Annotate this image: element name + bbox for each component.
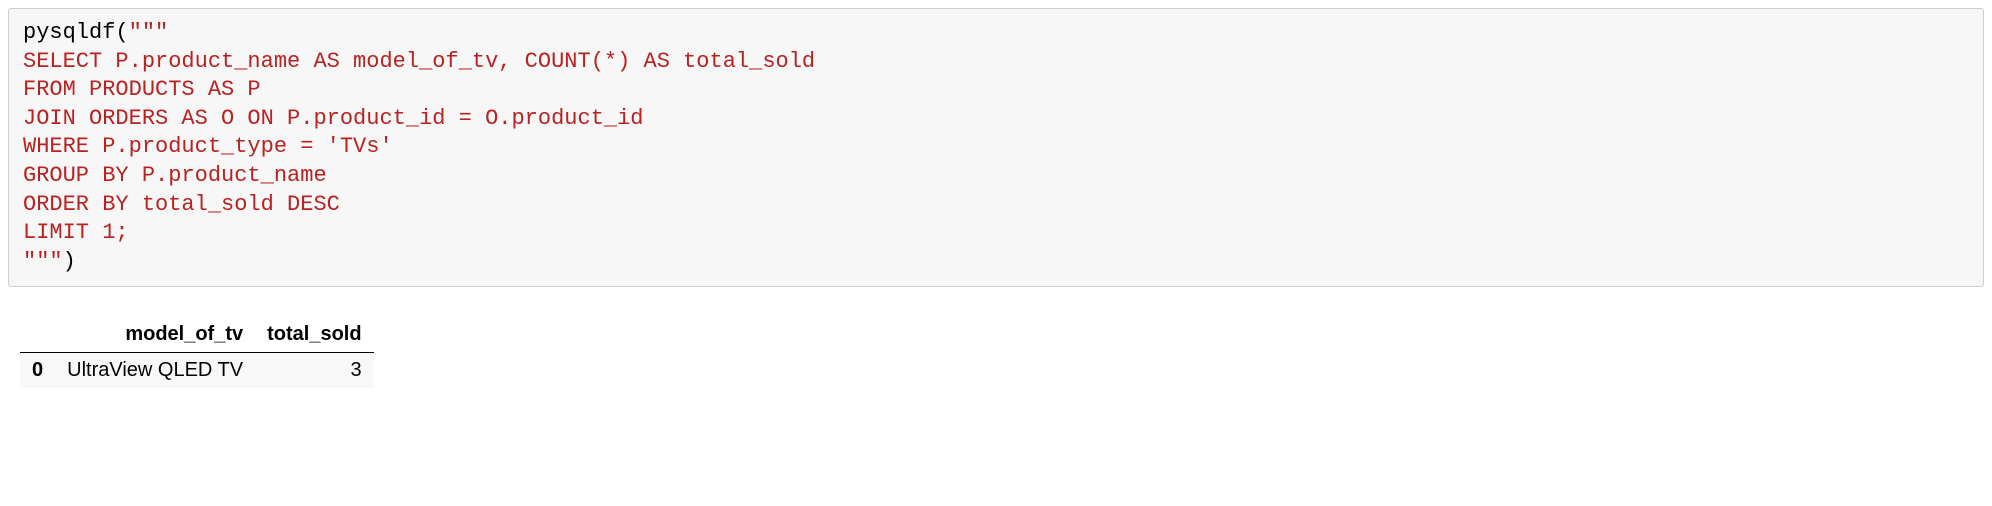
table-header-index xyxy=(20,317,55,353)
code-line-7: LIMIT 1; xyxy=(23,220,129,245)
code-line-1: SELECT P.product_name AS model_of_tv, CO… xyxy=(23,49,815,74)
result-table: model_of_tv total_sold 0 UltraView QLED … xyxy=(20,317,374,388)
code-line-6: ORDER BY total_sold DESC xyxy=(23,192,340,217)
table-row: 0 UltraView QLED TV 3 xyxy=(20,353,374,389)
table-row-index: 0 xyxy=(20,353,55,389)
output-area: model_of_tv total_sold 0 UltraView QLED … xyxy=(8,287,1984,400)
code-call-close: ) xyxy=(63,249,76,274)
code-line-3: JOIN ORDERS AS O ON P.product_id = O.pro… xyxy=(23,106,644,131)
code-triple-close: """ xyxy=(23,249,63,274)
table-cell-total: 3 xyxy=(255,353,373,389)
table-header-col2: total_sold xyxy=(255,317,373,353)
table-header-col1: model_of_tv xyxy=(55,317,255,353)
code-call-open: pysqldf( xyxy=(23,20,129,45)
code-line-5: GROUP BY P.product_name xyxy=(23,163,327,188)
code-line-4: WHERE P.product_type = 'TVs' xyxy=(23,134,393,159)
code-line-2: FROM PRODUCTS AS P xyxy=(23,77,261,102)
table-header-row: model_of_tv total_sold xyxy=(20,317,374,353)
code-cell: pysqldf(""" SELECT P.product_name AS mod… xyxy=(8,8,1984,287)
code-triple-open: """ xyxy=(129,20,169,45)
table-cell-model: UltraView QLED TV xyxy=(55,353,255,389)
